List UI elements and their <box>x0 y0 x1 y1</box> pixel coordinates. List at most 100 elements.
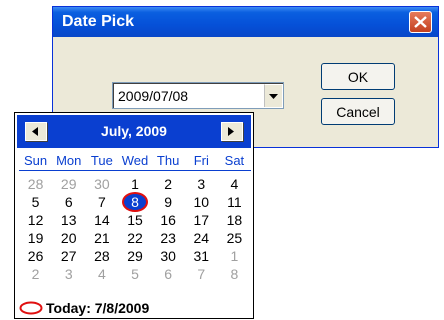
calendar-day-label: 9 <box>164 194 173 210</box>
calendar-day[interactable]: 1 <box>218 247 251 265</box>
calendar-day[interactable]: 7 <box>185 265 218 283</box>
calendar-day[interactable]: 5 <box>118 265 151 283</box>
calendar-day[interactable]: 3 <box>52 265 85 283</box>
month-label[interactable]: July, 2009 <box>57 123 211 139</box>
calendar-day-label: 5 <box>31 194 40 210</box>
calendar-day-label: 13 <box>60 212 77 228</box>
calendar-day[interactable]: 8 <box>218 265 251 283</box>
calendar-day[interactable]: 6 <box>152 265 185 283</box>
calendar-day-label: 23 <box>160 230 176 246</box>
calendar-day-label: 28 <box>94 248 110 264</box>
calendar-day[interactable]: 24 <box>185 229 218 247</box>
calendar-day-label: 5 <box>131 266 139 282</box>
date-combo-value[interactable]: 2009/07/08 <box>118 88 188 104</box>
calendar-day-label: 17 <box>193 212 210 228</box>
calendar-day-grid: 28 29 30 1 2 3 4 5 6 7 8 9 10 11 12 13 14 15 16 17 18 19 20 21 2… <box>19 175 251 283</box>
calendar-day[interactable]: 30 <box>152 247 185 265</box>
calendar-header: July, 2009 <box>17 115 251 148</box>
calendar-day[interactable]: 13 <box>52 211 85 229</box>
calendar-day-label: 4 <box>97 266 106 282</box>
calendar-day[interactable]: 5 <box>19 193 52 211</box>
calendar-day[interactable]: 7 <box>85 193 118 211</box>
cancel-button[interactable]: Cancel <box>321 98 395 125</box>
calendar-day[interactable]: 19 <box>19 229 52 247</box>
calendar-day-label: 22 <box>127 230 143 246</box>
calendar-day[interactable]: 27 <box>52 247 85 265</box>
calendar-day[interactable]: 20 <box>52 229 85 247</box>
calendar-day[interactable]: 11 <box>218 193 251 211</box>
calendar-day[interactable]: 4 <box>85 265 118 283</box>
weekday-label: Sun <box>24 153 48 168</box>
calendar-day[interactable]: 14 <box>85 211 118 229</box>
calendar-day[interactable]: 3 <box>185 175 218 193</box>
calendar-day[interactable]: 15 <box>118 211 151 229</box>
calendar-day[interactable]: 16 <box>152 211 185 229</box>
calendar-day-label: 2 <box>31 266 40 282</box>
calendar-day-label: 8 <box>123 194 146 210</box>
calendar-day-label: 7 <box>197 266 206 282</box>
weekday-label: Tue <box>90 153 113 168</box>
calendar-day[interactable]: 30 <box>85 175 118 193</box>
weekday-label: Wed <box>121 153 149 168</box>
calendar-day-label: 7 <box>97 194 106 210</box>
close-button[interactable] <box>409 11 432 33</box>
calendar-day[interactable]: 1 <box>118 175 151 193</box>
weekday-label: Mon <box>56 153 82 168</box>
today-label[interactable]: Today: 7/8/2009 <box>46 300 149 316</box>
calendar-day-label: 29 <box>60 176 77 192</box>
calendar-day[interactable]: 9 <box>152 193 185 211</box>
weekday-label: Fri <box>193 153 209 168</box>
calendar-day[interactable]: 25 <box>218 229 251 247</box>
calendar-day[interactable]: 31 <box>185 247 218 265</box>
calendar-day[interactable]: 23 <box>152 229 185 247</box>
weekday-header: Sun Mon Tue Wed Thu Fri Sat <box>19 153 251 171</box>
calendar-day-label: 19 <box>27 230 44 246</box>
calendar-day[interactable]: 4 <box>218 175 251 193</box>
date-combo-box[interactable]: 2009/07/08 <box>112 82 284 109</box>
calendar-day[interactable]: 29 <box>118 247 151 265</box>
calendar-day-label: 8 <box>230 266 239 282</box>
calendar-day-label: 26 <box>27 248 44 264</box>
calendar-day[interactable]: 22 <box>118 229 151 247</box>
chevron-right-icon <box>228 127 234 136</box>
close-icon <box>414 16 427 28</box>
calendar-day-label: 25 <box>226 230 243 246</box>
calendar-day[interactable]: 17 <box>185 211 218 229</box>
calendar-day[interactable]: 29 <box>52 175 85 193</box>
next-month-button[interactable] <box>221 122 243 141</box>
calendar-day-label: 24 <box>193 230 210 246</box>
calendar-day-label: 15 <box>127 212 143 228</box>
calendar-day[interactable]: 28 <box>85 247 118 265</box>
calendar-day[interactable]: 6 <box>52 193 85 211</box>
calendar-day-label: 16 <box>160 212 176 228</box>
calendar-day[interactable]: 21 <box>85 229 118 247</box>
calendar-day[interactable]: 28 <box>19 175 52 193</box>
calendar-day-label: 30 <box>160 248 176 264</box>
calendar-day-label: 10 <box>193 194 210 210</box>
calendar-day[interactable]: 26 <box>19 247 52 265</box>
calendar-day-label: 29 <box>127 248 143 264</box>
weekday-label: Thu <box>156 153 180 168</box>
calendar-day-label: 27 <box>60 248 77 264</box>
calendar-day[interactable]: 2 <box>152 175 185 193</box>
calendar-popup: July, 2009 Sun Mon Tue Wed Thu Fri Sat 2… <box>14 112 254 319</box>
calendar-day-label: 3 <box>197 176 206 192</box>
calendar-day-label: 2 <box>164 176 173 192</box>
calendar-day-label: 4 <box>230 176 239 192</box>
calendar-day-selected[interactable]: 8 <box>118 193 151 211</box>
calendar-day[interactable]: 12 <box>19 211 52 229</box>
title-bar[interactable]: Date Pick <box>53 7 438 37</box>
ok-button[interactable]: OK <box>321 63 395 90</box>
calendar-day-label: 6 <box>64 194 73 210</box>
calendar-day[interactable]: 10 <box>185 193 218 211</box>
date-dropdown-button[interactable] <box>264 84 282 107</box>
calendar-day-label: 14 <box>94 212 110 228</box>
today-link[interactable]: Today: 7/8/2009 <box>19 299 149 317</box>
calendar-day-label: 28 <box>27 176 44 192</box>
calendar-day-label: 6 <box>164 266 173 282</box>
calendar-day-label: 1 <box>230 248 239 264</box>
calendar-day[interactable]: 18 <box>218 211 251 229</box>
calendar-day[interactable]: 2 <box>19 265 52 283</box>
calendar-day-label: 3 <box>64 266 73 282</box>
prev-month-button[interactable] <box>25 122 47 141</box>
